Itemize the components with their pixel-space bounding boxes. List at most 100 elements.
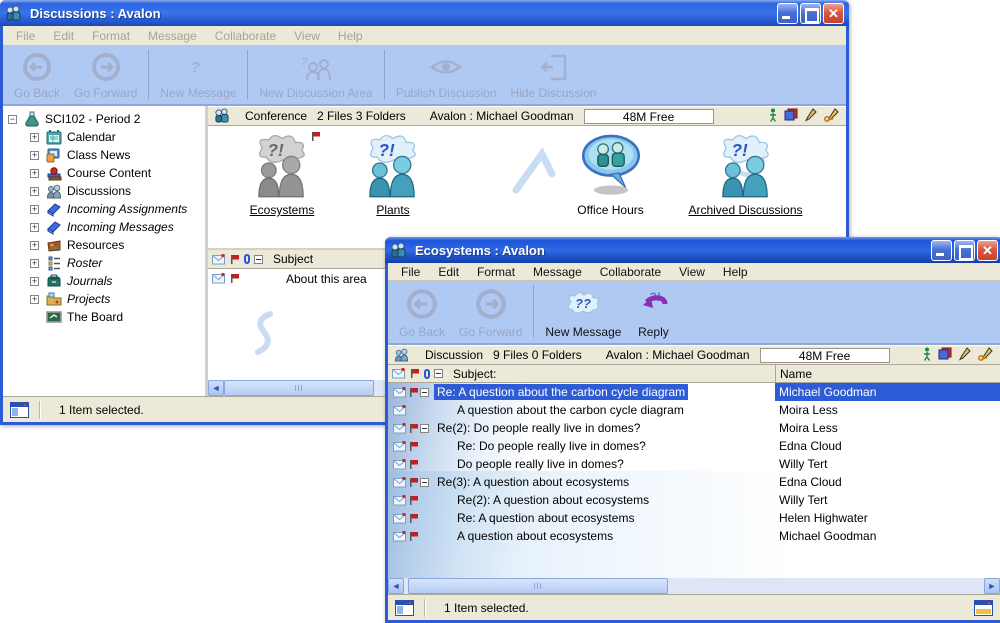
tree-expander-box[interactable]: + <box>30 223 39 232</box>
message-row[interactable]: Re: Do people really live in domes? Edna… <box>388 437 1000 455</box>
desktop-item[interactable]: ?! Plants <box>348 132 438 217</box>
menu-item[interactable]: Edit <box>44 29 83 43</box>
toggle-panel-icon[interactable] <box>395 600 414 616</box>
menu-item[interactable]: Format <box>83 29 139 43</box>
list-column-headers: Subject: Name <box>388 365 1000 383</box>
publish-discussion-button[interactable]: Publish Discussion <box>389 48 504 101</box>
message-row[interactable]: A question about the carbon cycle diagra… <box>388 401 1000 419</box>
person-status-icon[interactable] <box>923 347 931 364</box>
message-author: Moira Less <box>775 401 1000 419</box>
tree-item[interactable]: + <box>3 200 205 218</box>
message-row[interactable]: Re(2): A question about ecosystems Willy… <box>388 491 1000 509</box>
reply-button[interactable]: ?! Reply <box>628 283 678 340</box>
menu-item[interactable]: View <box>670 265 714 279</box>
thread-collapse-box[interactable] <box>420 388 429 397</box>
tree-expander-box[interactable]: + <box>30 187 39 196</box>
go-forward-button[interactable]: Go Forward <box>452 283 529 340</box>
menu-item[interactable]: Message <box>139 29 206 43</box>
message-row[interactable]: Do people really live in domes? Willy Te… <box>388 455 1000 473</box>
go-back-button[interactable]: Go Back <box>392 283 452 340</box>
key-pencil-icon[interactable] <box>824 108 840 125</box>
scroll-right-arrow[interactable]: ► <box>984 578 1000 594</box>
menu-item[interactable]: Format <box>468 265 524 279</box>
split-view-icon[interactable] <box>974 600 993 616</box>
hide-discussion-button[interactable]: Hide Discussion <box>504 48 604 101</box>
layers-icon[interactable] <box>784 108 798 124</box>
titlebar[interactable]: Discussions : Avalon <box>0 0 849 26</box>
subject-column-header[interactable]: Subject: <box>388 365 775 382</box>
tree-expander-box[interactable]: + <box>30 133 39 142</box>
layers-icon[interactable] <box>938 347 952 363</box>
tree-item-icon <box>46 219 63 235</box>
flag-icon <box>409 423 419 434</box>
tree-item[interactable]: + <box>3 272 205 290</box>
horizontal-scrollbar[interactable]: ◄ ► <box>388 578 1000 594</box>
menu-item[interactable]: Collaborate <box>591 265 670 279</box>
minimize-button[interactable] <box>931 240 952 261</box>
menu-item[interactable]: Edit <box>429 265 468 279</box>
toggle-panel-icon[interactable] <box>10 402 29 418</box>
menu-item[interactable]: File <box>7 29 44 43</box>
menu-item[interactable]: Help <box>329 29 372 43</box>
new-message-button[interactable]: ?` New Message <box>153 48 243 101</box>
pencil-icon[interactable] <box>805 108 817 125</box>
tree-expander-box[interactable]: + <box>30 151 39 160</box>
tree-expander-box[interactable]: + <box>30 205 39 214</box>
tree-item[interactable]: + <box>3 290 205 308</box>
status-text: 1 Item selected. <box>436 601 529 615</box>
menu-item[interactable]: Help <box>714 265 757 279</box>
go-back-button[interactable]: Go Back <box>7 48 67 101</box>
new-discussion-area-button[interactable]: ? New Discussion Area <box>252 48 379 101</box>
tree-expander-box[interactable]: + <box>30 241 39 250</box>
pencil-icon[interactable] <box>959 347 971 364</box>
tree-item[interactable]: + <box>3 182 205 200</box>
go-forward-button[interactable]: Go Forward <box>67 48 144 101</box>
menu-item[interactable]: Message <box>524 265 591 279</box>
close-button[interactable] <box>823 3 844 24</box>
key-pencil-icon[interactable] <box>978 347 994 364</box>
desktop-item[interactable]: Office Hours <box>553 132 668 217</box>
message-row[interactable]: A question about ecosystems Michael Good… <box>388 527 1000 545</box>
tree-item[interactable]: + <box>3 218 205 236</box>
name-column-header[interactable]: Name <box>775 365 1000 382</box>
menu-item[interactable]: File <box>392 265 429 279</box>
tree-item[interactable]: − <box>3 110 205 128</box>
minimize-button[interactable] <box>777 3 798 24</box>
message-subject: Re(2): A question about ecosystems <box>454 492 652 508</box>
tree-expander-box[interactable]: + <box>30 277 39 286</box>
thread-collapse-box[interactable] <box>420 478 429 487</box>
discussion-people-small-icon <box>390 242 407 258</box>
maximize-button[interactable] <box>954 240 975 261</box>
tree-item[interactable]: + <box>3 146 205 164</box>
titlebar[interactable]: Ecosystems : Avalon <box>385 237 1000 263</box>
desktop-item[interactable]: ?! Archived Discussions <box>663 132 828 217</box>
tree-item[interactable]: The Board <box>3 308 205 326</box>
back-arrow-icon <box>22 50 52 84</box>
scrollbar-thumb[interactable] <box>224 380 374 396</box>
tree-expander-box[interactable]: − <box>8 115 17 124</box>
thread-collapse-box[interactable] <box>420 424 429 433</box>
new-message-button[interactable]: ?? New Message <box>538 283 628 340</box>
tree-item[interactable]: + <box>3 164 205 182</box>
scrollbar-thumb[interactable] <box>408 578 668 594</box>
tree-expander-box[interactable]: + <box>30 169 39 178</box>
forward-arrow-icon <box>475 285 507 323</box>
tree-expander-box[interactable]: + <box>30 295 39 304</box>
message-row[interactable]: Re(2): Do people really live in domes? M… <box>388 419 1000 437</box>
person-status-icon[interactable] <box>769 108 777 125</box>
scroll-left-arrow[interactable]: ◄ <box>208 380 224 396</box>
menu-item[interactable]: View <box>285 29 329 43</box>
maximize-button[interactable] <box>800 3 821 24</box>
message-row[interactable]: Re: A question about ecosystems Helen Hi… <box>388 509 1000 527</box>
desktop-item[interactable]: ?! Ecosystems <box>222 132 342 217</box>
tree-item[interactable]: + <box>3 254 205 272</box>
tree-expander-box[interactable]: + <box>30 259 39 268</box>
message-row[interactable]: Re(3): A question about ecosystems Edna … <box>388 473 1000 491</box>
tree-item[interactable]: + <box>3 236 205 254</box>
message-row[interactable]: Re: A question about the carbon cycle di… <box>388 383 1000 401</box>
scroll-left-arrow[interactable]: ◄ <box>388 578 404 594</box>
menu-item[interactable]: Collaborate <box>206 29 285 43</box>
close-button[interactable] <box>977 240 998 261</box>
conference-small-icon <box>214 108 231 124</box>
tree-item[interactable]: + <box>3 128 205 146</box>
